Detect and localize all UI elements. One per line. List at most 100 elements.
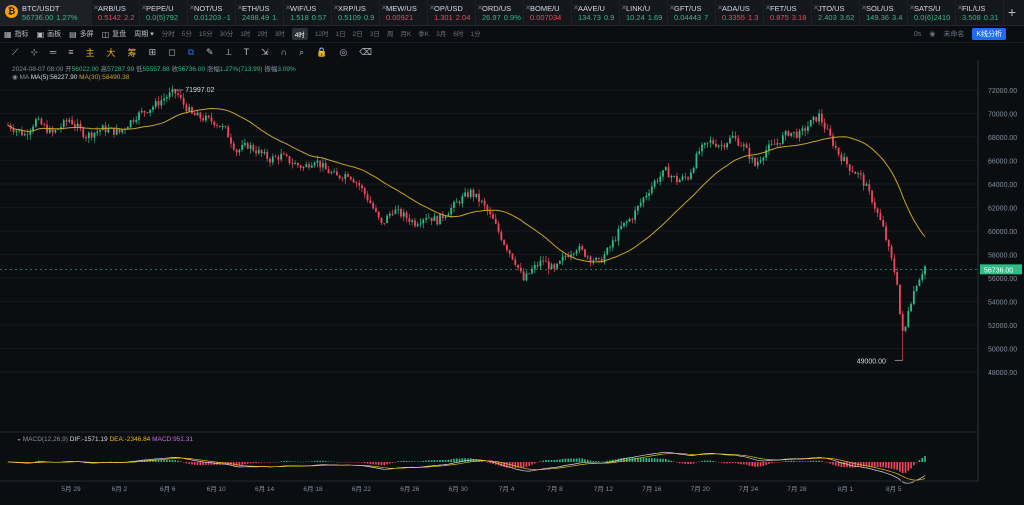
price-tick-label: 48000.00 — [988, 370, 1017, 377]
candle-body — [754, 157, 756, 166]
price-tick-label: 72000.00 — [988, 88, 1017, 95]
candlestick-chart[interactable]: 72000.00 70000.00 68000.00 66000.00 64000.00… — [0, 0, 1024, 505]
macd-bar — [561, 458, 564, 462]
candle-body — [129, 120, 132, 128]
candle-body — [15, 130, 18, 132]
candle-body — [347, 174, 349, 177]
macd-bar — [874, 462, 876, 467]
candle-body — [525, 273, 528, 281]
candle-body — [283, 153, 285, 155]
macd-bar — [578, 458, 581, 462]
candle-body — [857, 173, 860, 174]
macd-bar — [542, 460, 544, 462]
candle-body — [689, 172, 692, 180]
macd-bar — [322, 460, 324, 462]
macd-bar — [829, 462, 832, 464]
candle-body — [770, 143, 773, 145]
candle-body — [809, 120, 812, 127]
candle-body — [221, 125, 224, 128]
candle-body — [330, 172, 333, 174]
macd-bar — [709, 460, 712, 462]
macd-bar — [193, 462, 196, 465]
candle-body — [160, 100, 163, 106]
macd-bar — [801, 461, 804, 462]
macd-bar — [564, 458, 567, 462]
macd-settings-icon[interactable]: ◒ — [17, 436, 21, 443]
candle-body — [492, 213, 494, 219]
candle-body — [154, 101, 157, 107]
candle-body — [352, 179, 355, 183]
candle-body — [43, 124, 46, 126]
candle-body — [578, 246, 581, 251]
macd-info: ◒ MACD(12,26,9) DIF:-1571.19 DEA:-2346.8… — [17, 436, 193, 443]
macd-bar — [171, 459, 174, 462]
candle-body — [678, 179, 681, 183]
candle-body — [873, 202, 876, 209]
candle-body — [152, 106, 154, 110]
macd-bar — [807, 461, 809, 462]
candle-body — [478, 193, 480, 202]
macd-bar — [369, 462, 372, 464]
candle-body — [575, 250, 578, 254]
candle-body — [433, 216, 436, 222]
candle-body — [165, 97, 168, 99]
candle-body — [260, 149, 263, 154]
macd-bar — [199, 462, 202, 466]
candle-body — [586, 256, 589, 258]
candle-body — [210, 117, 213, 122]
macd-bar — [704, 460, 706, 462]
macd-bar — [436, 460, 439, 462]
candle-body — [182, 97, 185, 105]
macd-bar — [383, 462, 386, 466]
candle-body — [915, 285, 918, 292]
candle-body — [703, 142, 706, 145]
macd-bar — [196, 462, 199, 465]
macd-bar — [595, 461, 597, 462]
macd-bar — [447, 459, 450, 462]
candle-body — [639, 202, 642, 206]
macd-bar — [166, 460, 168, 462]
macd-bar — [676, 462, 678, 463]
macd-bar — [160, 459, 163, 462]
macd-bar — [896, 462, 898, 470]
price-tick-label: 56000.00 — [988, 276, 1017, 283]
candle-body — [550, 264, 553, 269]
candle-body — [620, 226, 623, 229]
macd-bar — [570, 458, 572, 462]
dif-line — [7, 451, 926, 484]
macd-bar — [285, 460, 288, 462]
price-tick-label: 70000.00 — [988, 112, 1017, 119]
macd-bar — [419, 461, 422, 462]
candle-body — [416, 224, 419, 227]
macd-bar — [573, 458, 575, 462]
candle-body — [508, 250, 511, 254]
candle-body — [623, 222, 625, 227]
macd-bar — [586, 459, 589, 462]
candle-body — [818, 113, 820, 122]
macd-bar — [720, 462, 723, 463]
candle-body — [793, 131, 795, 133]
macd-bar — [795, 461, 798, 462]
macd-bar — [899, 462, 901, 472]
price-tick-label: 64000.00 — [988, 182, 1017, 189]
candle-body — [464, 192, 467, 197]
candle-body — [322, 163, 324, 168]
last-price-label: 56736.00 — [984, 267, 1013, 274]
macd-bar — [712, 461, 714, 462]
macd-bar — [567, 458, 570, 462]
macd-bar — [882, 462, 884, 468]
macd-bar — [556, 459, 558, 462]
candle-body — [871, 190, 873, 203]
candle-body — [592, 260, 595, 262]
candle-body — [358, 182, 361, 186]
candle-body — [174, 88, 177, 94]
macd-bar — [377, 462, 380, 465]
macd-bar — [520, 462, 522, 468]
candle-body — [728, 137, 731, 144]
candle-body — [338, 175, 341, 179]
time-tick-label: 6月 18 — [303, 485, 323, 493]
time-tick-label: 7月 8 — [547, 485, 563, 493]
macd-bar — [756, 462, 759, 467]
macd-bar — [464, 458, 466, 462]
candle-body — [335, 171, 338, 176]
